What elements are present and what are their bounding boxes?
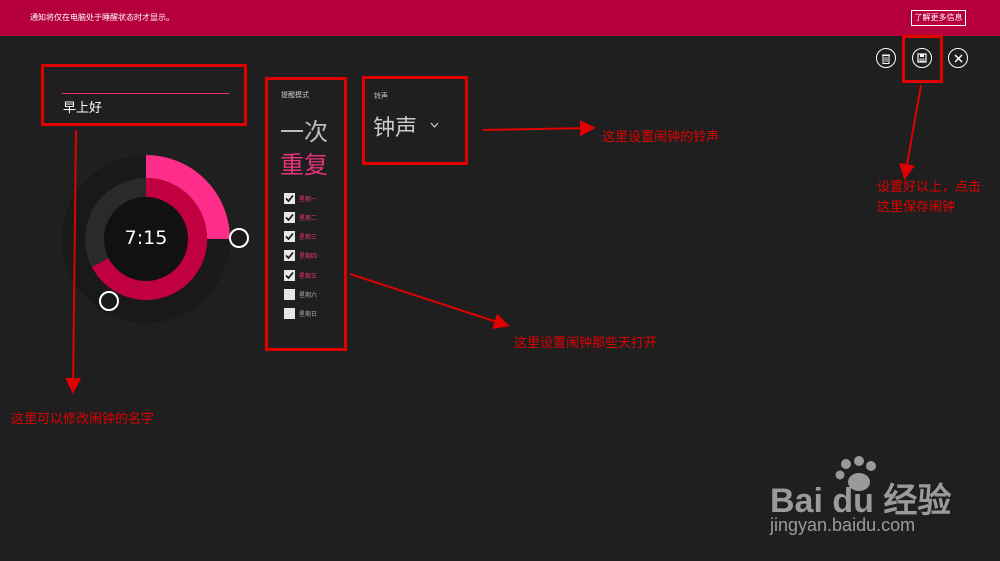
arrow-days xyxy=(349,273,510,329)
note-save-line1: 设置好以上，点击 xyxy=(877,180,982,195)
arrow-ringtone xyxy=(482,120,596,137)
arrow-save xyxy=(899,84,922,180)
watermark-url: jingyan.baidu.com xyxy=(770,515,916,535)
arrow-name xyxy=(65,129,82,394)
note-save-line2: 这里保存闹钟 xyxy=(877,200,956,215)
note-name: 这里可以修改闹钟的名字 xyxy=(11,412,155,427)
note-ringtone: 这里设置闹钟的铃声 xyxy=(602,130,720,145)
note-days: 这里设置闹钟那些天打开 xyxy=(514,336,658,351)
